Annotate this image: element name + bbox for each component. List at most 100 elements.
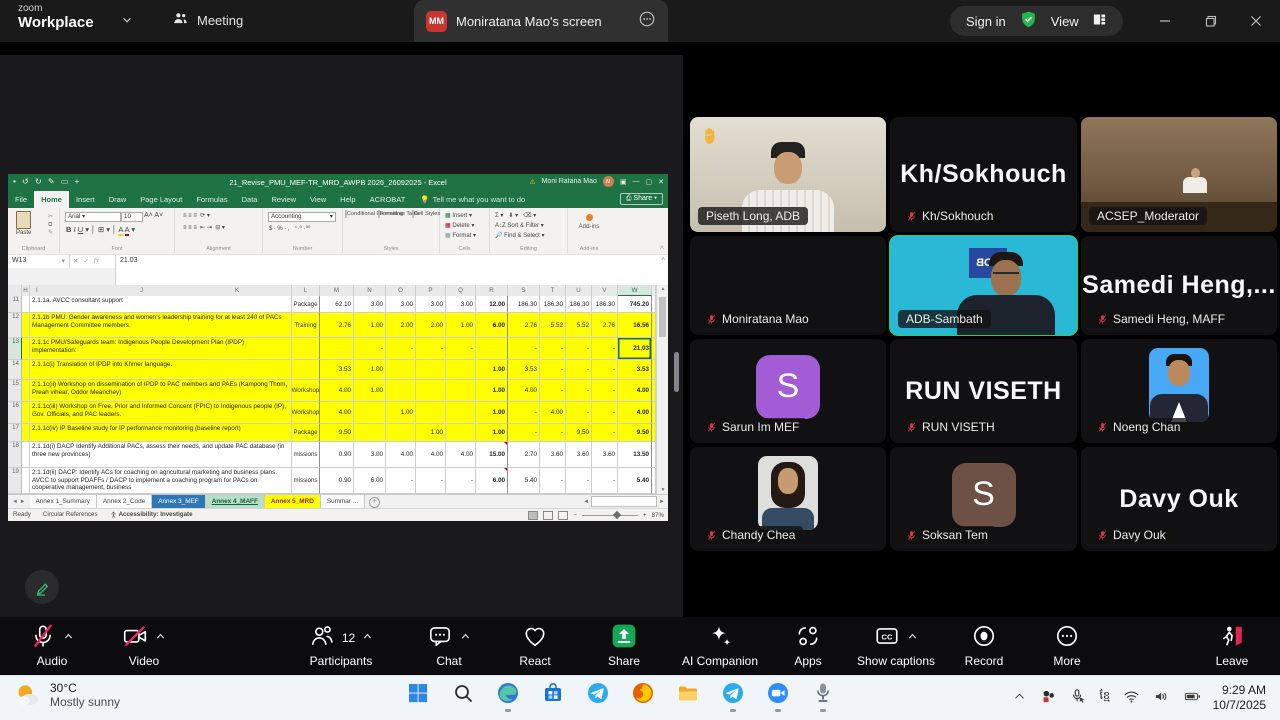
cell-h17[interactable] (22, 424, 30, 442)
format-cells-button[interactable]: ▦ Format ▾ (445, 231, 476, 241)
column-header[interactable] (8, 285, 22, 296)
column-header-U[interactable]: U (566, 285, 592, 296)
sheet-tab-annex-1-summary[interactable]: Annex 1_Summary (30, 495, 97, 508)
security-shield-icon[interactable] (1019, 10, 1038, 32)
cell-R15[interactable]: 1.00 (476, 380, 508, 402)
cell-S17[interactable]: - (508, 424, 540, 442)
column-header-S[interactable]: S (508, 285, 540, 296)
close-button[interactable] (1246, 11, 1266, 31)
tray-mic-icon[interactable] (1070, 688, 1087, 705)
excel-share-button[interactable]: ⎙ Share ▾ (620, 193, 663, 205)
cell-O14[interactable] (386, 360, 416, 380)
excel-vertical-scrollbar[interactable]: ▲▼ (656, 285, 668, 494)
participant-tile-samedi-heng-maff[interactable]: Samedi Heng,...Samedi Heng, MAFF (1081, 236, 1277, 335)
cell-S19[interactable]: 5.40 (508, 468, 540, 494)
grow-shrink-font-buttons[interactable]: A˄ A˅ (144, 212, 163, 219)
toolbar-leave-button[interactable]: Leave (1177, 624, 1280, 668)
minimize-button[interactable] (1155, 11, 1175, 31)
cell-M19[interactable]: 0.90 (320, 468, 354, 494)
cell-V12[interactable]: 2.76 (592, 313, 618, 338)
taskbar-recorder-icon[interactable] (810, 681, 835, 713)
excel-ribbon-tab-data[interactable]: Data (235, 191, 265, 208)
toolbar-participants-button[interactable]: 12Participants (286, 624, 396, 668)
cell-styles-button[interactable]: Cell Styles (410, 211, 441, 217)
tell-me-search[interactable]: 💡Tell me what you want to do (420, 191, 525, 208)
cell-M15[interactable]: 4.00 (320, 380, 354, 402)
cell-N14[interactable]: 1.00 (354, 360, 386, 380)
cell-h13[interactable] (22, 338, 30, 360)
cell-P15[interactable] (416, 380, 446, 402)
row-header-17[interactable]: 17 (8, 424, 22, 442)
taskbar-telegram-icon[interactable] (585, 681, 610, 713)
addins-button[interactable]: Add-ins (568, 214, 610, 230)
column-header-O[interactable]: O (386, 285, 416, 296)
participant-tile-kh-sokhouch[interactable]: Kh/SokhouchKh/Sokhouch (890, 117, 1077, 232)
cell-description-15[interactable]: 2.1.1c(ii) Workshop on dissemination of … (30, 380, 292, 402)
cell-W12[interactable]: 16.56 (618, 313, 652, 338)
clipboard-mini-buttons[interactable]: ✂⧉✎ (48, 213, 53, 237)
excel-ribbon-tab-home[interactable]: Home (34, 191, 69, 208)
cell-h11[interactable] (22, 296, 30, 313)
cell-T19[interactable]: - (540, 468, 566, 494)
wifi-icon[interactable] (1123, 688, 1140, 705)
cell-description-17[interactable]: 2.1.1c(iv) IP Baseline study for IP perf… (30, 424, 292, 442)
zoom-level[interactable]: 87% (652, 512, 664, 519)
cell-O12[interactable]: 2.00 (386, 313, 416, 338)
horizontal-align-buttons[interactable]: ≡ ≡ ≡ ⇤ ⇥ ⊟ ▾ (183, 224, 225, 231)
cell-W14[interactable]: 3.53 (618, 360, 652, 380)
autosum-button[interactable]: Σ ▾ ⬇ ▾ ⌫ ▾ (495, 211, 545, 221)
cell-h15[interactable] (22, 380, 30, 402)
cell-U17[interactable]: 9.50 (566, 424, 592, 442)
cell-description-12[interactable]: 2.1.1b PMU: Gender awareness and women's… (30, 313, 292, 338)
toolbar-video-button[interactable]: Video (89, 624, 199, 668)
view-normal-icon[interactable] (528, 511, 538, 520)
cell-description-11[interactable]: 2.1.1a. AVCC consultant support (30, 296, 292, 313)
cell-V14[interactable]: - (592, 360, 618, 380)
cell-O16[interactable]: 1.00 (386, 402, 416, 424)
font-size-select[interactable]: 10 (121, 212, 143, 222)
cell-W17[interactable]: 9.50 (618, 424, 652, 442)
cell-U16[interactable]: - (566, 402, 592, 424)
excel-ribbon-tab-help[interactable]: Help (333, 191, 362, 208)
cell-U15[interactable]: - (566, 380, 592, 402)
cell-T17[interactable]: - (540, 424, 566, 442)
excel-restore-icon[interactable]: ▢ (646, 178, 653, 186)
cell-M14[interactable]: 3.53 (320, 360, 354, 380)
cell-description-14[interactable]: 2.1.1c(i) Translation of IPDP into Khmer… (30, 360, 292, 380)
sign-in-button[interactable]: Sign in (966, 14, 1006, 29)
paste-button[interactable]: Paste (16, 211, 31, 237)
cell-S16[interactable]: - (508, 402, 540, 424)
cell-P19[interactable]: - (416, 468, 446, 494)
excel-user-name[interactable]: Moni Ratana Mao (542, 178, 597, 185)
cell-U14[interactable]: - (566, 360, 592, 380)
cell-U19[interactable]: - (566, 468, 592, 494)
sheet-nav-arrows[interactable]: ◄ ► (8, 495, 30, 508)
cell-unit-13[interactable] (292, 338, 320, 360)
sheet-tab-annex-5-mrd[interactable]: Annex 5_MRD (265, 495, 321, 508)
cell-U12[interactable]: 5.52 (566, 313, 592, 338)
formula-buttons[interactable]: ✕✓fx (70, 255, 116, 268)
excel-grid[interactable]: 112.1.1a. AVCC consultant supportPackage… (8, 296, 656, 494)
excel-ribbon-tab-review[interactable]: Review (264, 191, 303, 208)
cell-Q16[interactable] (446, 402, 476, 424)
cell-M12[interactable]: 2.76 (320, 313, 354, 338)
formula-value[interactable]: 21.03 (116, 255, 142, 264)
cell-T14[interactable]: - (540, 360, 566, 380)
sort-filter-button[interactable]: A↓Z Sort & Filter ▾ (495, 221, 545, 231)
row-header-16[interactable]: 16 (8, 402, 22, 424)
row-header-15[interactable]: 15 (8, 380, 22, 402)
tab-options-icon[interactable] (638, 10, 656, 33)
zoom-in-icon[interactable]: + (643, 512, 647, 519)
tray-chevron-icon[interactable] (1012, 689, 1027, 704)
formula-bar-expand-icon[interactable]: ˄ (661, 257, 665, 263)
battery-icon[interactable] (1183, 688, 1202, 705)
cell-O17[interactable] (386, 424, 416, 442)
excel-ribbon-tab-page-layout[interactable]: Page Layout (133, 191, 189, 208)
view-layout-icon[interactable] (1092, 12, 1107, 30)
cell-S12[interactable]: 2.76 (508, 313, 540, 338)
excel-minimize-icon[interactable]: — (633, 178, 640, 185)
view-page-break-icon[interactable] (558, 511, 568, 520)
cell-O19[interactable]: - (386, 468, 416, 494)
taskbar-explorer-icon[interactable] (675, 681, 700, 713)
excel-ribbon-tab-file[interactable]: File (8, 191, 34, 208)
